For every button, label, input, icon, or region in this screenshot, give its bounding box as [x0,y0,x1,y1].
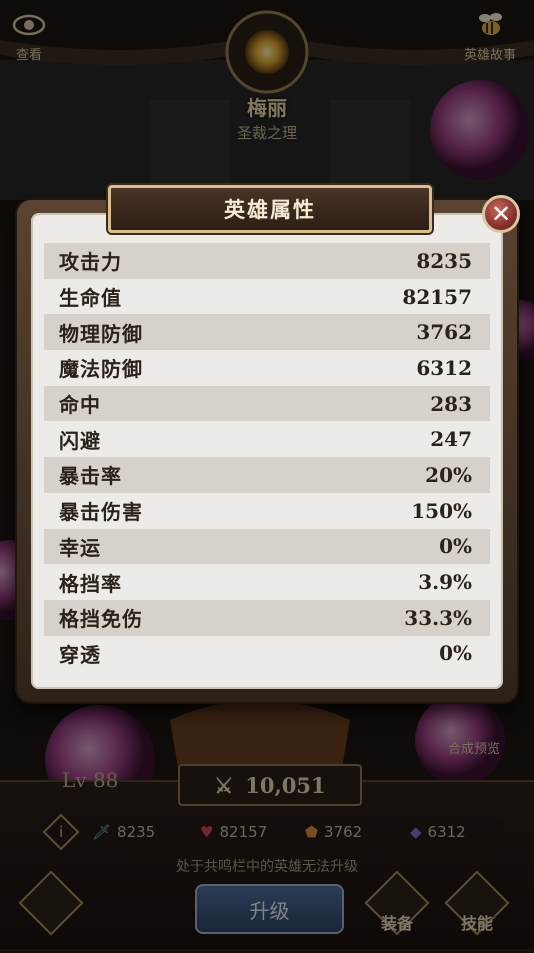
close-button[interactable]: ✕ [482,195,520,233]
stat-value: 150% [411,498,472,523]
stat-row-attack: 攻击力 8235 [44,243,490,279]
stat-value: 283 [430,391,472,416]
stat-value: 247 [430,427,472,452]
stat-label: 暴击率 [59,464,122,489]
stat-value: 8235 [416,248,472,273]
stat-label: 格挡率 [59,571,122,596]
stat-row-accuracy: 命中 283 [44,385,490,422]
stats-list: 攻击力 8235 生命值 82157 物理防御 3762 魔法防御 6312 命中 283… [44,243,490,671]
stat-row-block-rate: 格挡率 3.9% [44,564,490,600]
stat-row-block-reduction: 格挡免伤 33.3% [44,599,490,636]
stat-label: 命中 [59,393,101,418]
stat-row-magic-defense: 魔法防御 6312 [44,350,490,386]
stat-label: 格挡免伤 [59,607,143,632]
stat-row-penetration: 穿透 0% [44,636,490,672]
stat-value: 0% [439,641,472,666]
stat-label: 闪避 [59,428,101,453]
stat-label: 幸运 [59,535,101,560]
stat-label: 攻击力 [59,250,122,275]
stat-value: 20% [425,462,472,487]
close-icon: ✕ [490,200,512,228]
modal-title: 英雄属性 [108,185,432,233]
stat-value: 3762 [416,320,472,345]
stat-row-hp: 生命值 82157 [44,279,490,315]
stat-row-crit-rate: 暴击率 20% [44,457,490,493]
stat-row-luck: 幸运 0% [44,528,490,565]
stat-value: 82157 [402,284,472,309]
stat-value: 0% [439,534,472,559]
stat-row-physical-defense: 物理防御 3762 [44,314,490,351]
stat-value: 33.3% [404,605,472,630]
stat-value: 6312 [416,355,472,380]
stat-value: 3.9% [418,570,472,595]
stat-label: 生命值 [59,286,122,311]
stat-row-crit-damage: 暴击伤害 150% [44,493,490,529]
stat-label: 穿透 [59,642,101,667]
stat-row-evasion: 闪避 247 [44,421,490,457]
stat-label: 暴击伤害 [59,500,143,525]
stat-label: 物理防御 [59,321,143,346]
stat-label: 魔法防御 [59,357,143,382]
